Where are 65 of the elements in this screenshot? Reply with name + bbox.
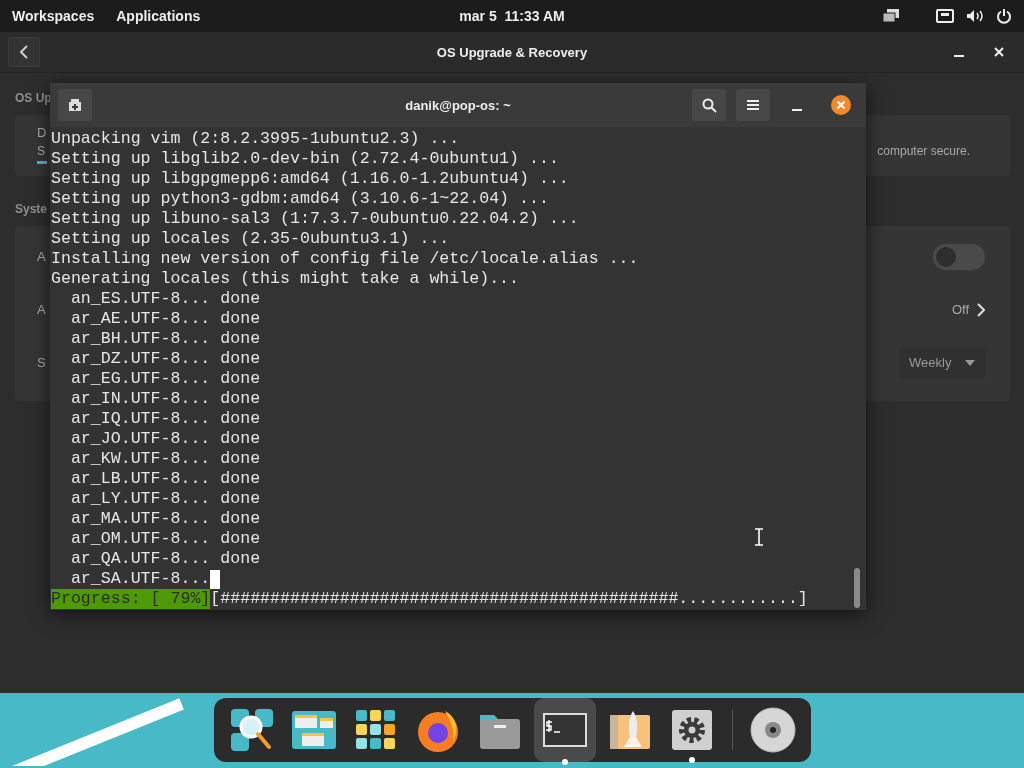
card-text: S	[37, 144, 45, 158]
terminal-line: ar_AE.UTF-8... done	[69, 309, 261, 329]
back-icon	[19, 44, 29, 60]
terminal-line: an_ES.UTF-8... done	[69, 289, 261, 309]
network-icon[interactable]	[936, 9, 954, 23]
toggle-switch[interactable]	[933, 243, 985, 270]
terminal-line: ar_BH.UTF-8... done	[69, 329, 261, 349]
clock[interactable]: mar 5 11:33 AM	[459, 8, 565, 24]
new-tab-icon	[68, 98, 82, 112]
new-tab-button[interactable]	[58, 89, 92, 121]
section-heading: Syste	[15, 202, 48, 216]
row-label: A	[37, 302, 46, 317]
terminal-line: ar_EG.UTF-8... done	[69, 369, 261, 389]
minimize-icon	[792, 109, 802, 111]
minimize-icon	[954, 55, 964, 57]
magnifier-icon[interactable]	[228, 707, 275, 753]
chevron-right-icon	[977, 302, 985, 317]
back-button[interactable]	[8, 37, 40, 67]
row-label: S	[37, 355, 46, 370]
terminal-line: ar_SA.UTF-8...	[69, 569, 211, 589]
terminal-line: Setting up libuno-sal3 (1:7.3.7-0ubuntu0.22.04.2) ...	[51, 209, 579, 229]
row-label: A	[37, 249, 46, 264]
windows-stack-icon[interactable]	[882, 9, 900, 23]
terminal-line: Setting up libglib2.0-dev-bin (2.72.4-0ubuntu1) ...	[51, 149, 559, 169]
terminal-line: Generating locales (this might take a while)...	[51, 269, 520, 289]
terminal-line: ar_LY.UTF-8... done	[69, 489, 261, 509]
caret-icon	[965, 359, 975, 366]
top-menu[interactable]: Workspaces	[12, 8, 95, 24]
text-cursor	[210, 569, 221, 589]
terminal-line: Setting up libgpgmepp6:amd64 (1.16.0-1.2ubuntu4) ...	[51, 169, 569, 189]
menu-icon	[747, 100, 759, 110]
disc-icon[interactable]	[748, 706, 797, 754]
frequency-dropdown[interactable]: Weekly	[899, 347, 985, 378]
off-link[interactable]: Off	[951, 302, 985, 317]
window-title: OS Upgrade & Recovery	[436, 44, 588, 60]
terminal-line: ar_IQ.UTF-8... done	[69, 409, 261, 429]
terminal-line: Unpacking vim (2:8.2.3995-1ubuntu2.3) ...	[51, 129, 460, 149]
terminal-line: Setting up python3-gdbm:amd64 (3.10.6-1~22.04) ...	[51, 189, 549, 209]
terminal-title: danik@pop-os: ~	[405, 97, 511, 113]
close-icon	[831, 95, 851, 115]
terminal-line: ar_KW.UTF-8... done	[69, 449, 261, 469]
card-text: computer secure.	[877, 144, 970, 158]
terminal-line: ar_DZ.UTF-8... done	[69, 349, 261, 369]
terminal-line: ar_IN.UTF-8... done	[69, 389, 261, 409]
terminal-line: ar_QA.UTF-8... done	[69, 549, 261, 569]
card-title: D	[37, 125, 47, 140]
scrollbar-thumb[interactable]	[854, 568, 860, 608]
terminal-line: Setting up locales (2.35-0ubuntu3.1) ...	[51, 229, 450, 249]
volume-icon[interactable]	[966, 9, 984, 23]
close-icon	[994, 47, 1004, 57]
dock-item[interactable]	[533, 698, 596, 762]
terminal-line: ar_MA.UTF-8... done	[69, 509, 261, 529]
search-icon	[701, 97, 717, 113]
terminal-line: Installing new version of config file /etc/locale.alias ...	[51, 249, 639, 269]
progress-label: Progress: [ 79%]	[51, 589, 211, 609]
terminal-line: ar_LB.UTF-8... done	[69, 469, 261, 489]
terminal-icon[interactable]	[541, 710, 588, 750]
progress-bar-text: [##############################################............]	[210, 589, 808, 609]
text-cursor-icon	[754, 528, 764, 546]
search-button[interactable]	[692, 89, 726, 121]
terminal-line: ar_JO.UTF-8... done	[69, 429, 261, 449]
power-icon[interactable]	[996, 8, 1012, 24]
terminal-line: ar_OM.UTF-8... done	[69, 529, 261, 549]
top-menu[interactable]: Applications	[116, 8, 201, 24]
menu-button[interactable]	[736, 89, 770, 121]
